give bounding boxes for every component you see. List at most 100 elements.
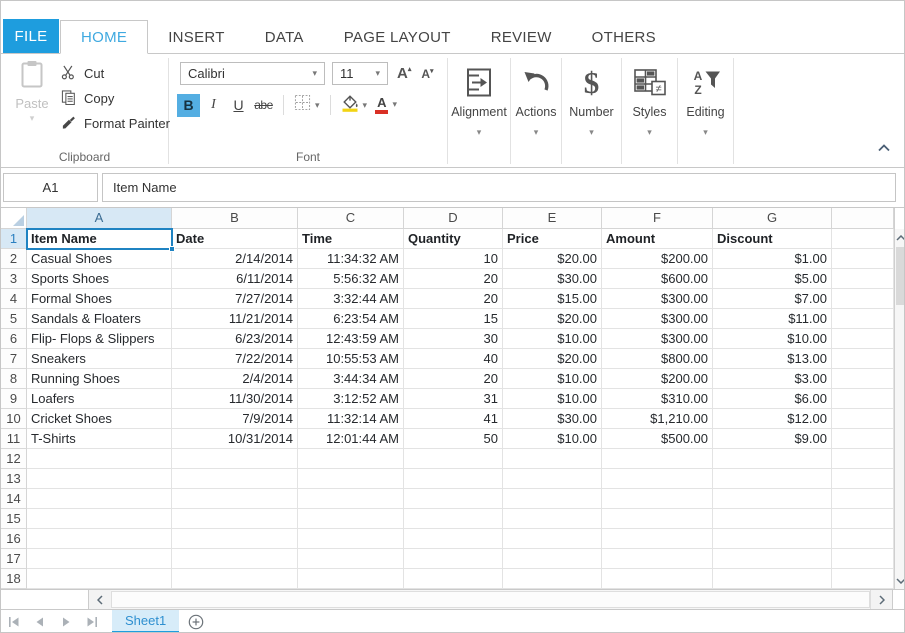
row-header-8[interactable]: 8: [1, 369, 27, 389]
shrink-font-button[interactable]: A▾: [421, 67, 433, 81]
cell-C15[interactable]: [298, 509, 404, 529]
cell-F14[interactable]: [602, 489, 713, 509]
cell-E15[interactable]: [503, 509, 602, 529]
cell-H18[interactable]: [832, 569, 894, 589]
cell-H6[interactable]: [832, 329, 894, 349]
tab-insert[interactable]: INSERT: [148, 20, 245, 54]
horizontal-scrollbar[interactable]: [1, 589, 904, 609]
cell-C9[interactable]: 3:12:52 AM: [298, 389, 404, 409]
vertical-scroll-track[interactable]: [895, 306, 905, 572]
cell-C16[interactable]: [298, 529, 404, 549]
cell-A3[interactable]: Sports Shoes: [27, 269, 172, 289]
cell-E16[interactable]: [503, 529, 602, 549]
copy-button[interactable]: Copy: [61, 86, 170, 111]
cell-B14[interactable]: [172, 489, 298, 509]
cell-A18[interactable]: [27, 569, 172, 589]
cell-H2[interactable]: [832, 249, 894, 269]
cell-B8[interactable]: 2/4/2014: [172, 369, 298, 389]
cell-C18[interactable]: [298, 569, 404, 589]
cell-E6[interactable]: $10.00: [503, 329, 602, 349]
column-header-G[interactable]: G: [713, 208, 832, 229]
cell-D8[interactable]: 20: [404, 369, 503, 389]
cell-F13[interactable]: [602, 469, 713, 489]
cell-C7[interactable]: 10:55:53 AM: [298, 349, 404, 369]
cell-G10[interactable]: $12.00: [713, 409, 832, 429]
cell-E14[interactable]: [503, 489, 602, 509]
cell-C11[interactable]: 12:01:44 AM: [298, 429, 404, 449]
cell-F10[interactable]: $1,210.00: [602, 409, 713, 429]
cell-G7[interactable]: $13.00: [713, 349, 832, 369]
cell-H11[interactable]: [832, 429, 894, 449]
row-header-11[interactable]: 11: [1, 429, 27, 449]
cell-D9[interactable]: 31: [404, 389, 503, 409]
cell-C6[interactable]: 12:43:59 AM: [298, 329, 404, 349]
name-box-input[interactable]: [3, 173, 98, 202]
row-header-15[interactable]: 15: [1, 509, 27, 529]
cell-F8[interactable]: $200.00: [602, 369, 713, 389]
cell-B6[interactable]: 6/23/2014: [172, 329, 298, 349]
cell-F5[interactable]: $300.00: [602, 309, 713, 329]
cell-H7[interactable]: [832, 349, 894, 369]
cell-D17[interactable]: [404, 549, 503, 569]
next-sheet-button[interactable]: [53, 610, 79, 633]
cell-B1[interactable]: Date: [172, 229, 298, 249]
font-family-select[interactable]: Calibri ▾: [180, 62, 325, 85]
cell-E7[interactable]: $20.00: [503, 349, 602, 369]
number-button[interactable]: $ Number ▾: [562, 54, 621, 167]
cell-H13[interactable]: [832, 469, 894, 489]
cell-G4[interactable]: $7.00: [713, 289, 832, 309]
cell-F11[interactable]: $500.00: [602, 429, 713, 449]
row-header-9[interactable]: 9: [1, 389, 27, 409]
cell-D2[interactable]: 10: [404, 249, 503, 269]
cell-A16[interactable]: [27, 529, 172, 549]
borders-button[interactable]: ▾: [290, 92, 324, 118]
underline-button[interactable]: U: [227, 94, 250, 117]
cell-A9[interactable]: Loafers: [27, 389, 172, 409]
cell-A8[interactable]: Running Shoes: [27, 369, 172, 389]
cell-A12[interactable]: [27, 449, 172, 469]
cell-G1[interactable]: Discount: [713, 229, 832, 249]
vertical-scrollbar[interactable]: [894, 208, 905, 589]
cell-H16[interactable]: [832, 529, 894, 549]
cell-F7[interactable]: $800.00: [602, 349, 713, 369]
cell-G8[interactable]: $3.00: [713, 369, 832, 389]
formula-input[interactable]: [102, 173, 896, 202]
cell-H9[interactable]: [832, 389, 894, 409]
paste-button[interactable]: Paste ▾: [9, 60, 55, 123]
alignment-button[interactable]: Alignment ▾: [448, 54, 510, 167]
cell-H5[interactable]: [832, 309, 894, 329]
cell-D11[interactable]: 50: [404, 429, 503, 449]
row-header-16[interactable]: 16: [1, 529, 27, 549]
cell-B15[interactable]: [172, 509, 298, 529]
cell-C12[interactable]: [298, 449, 404, 469]
font-color-button[interactable]: A ▾: [371, 94, 401, 116]
select-all-button[interactable]: [1, 208, 27, 229]
cell-G14[interactable]: [713, 489, 832, 509]
cell-A2[interactable]: Casual Shoes: [27, 249, 172, 269]
cell-D12[interactable]: [404, 449, 503, 469]
cell-A13[interactable]: [27, 469, 172, 489]
cell-F3[interactable]: $600.00: [602, 269, 713, 289]
cell-B13[interactable]: [172, 469, 298, 489]
column-header-B[interactable]: B: [172, 208, 298, 229]
cell-C1[interactable]: Time: [298, 229, 404, 249]
tab-data[interactable]: DATA: [245, 20, 324, 54]
cell-A11[interactable]: T-Shirts: [27, 429, 172, 449]
cell-D4[interactable]: 20: [404, 289, 503, 309]
last-sheet-button[interactable]: [79, 610, 105, 633]
cell-E8[interactable]: $10.00: [503, 369, 602, 389]
font-size-select[interactable]: 11 ▾: [332, 62, 388, 85]
cell-A17[interactable]: [27, 549, 172, 569]
cell-C14[interactable]: [298, 489, 404, 509]
cell-F18[interactable]: [602, 569, 713, 589]
scroll-down-button[interactable]: [895, 572, 905, 589]
cell-C5[interactable]: 6:23:54 AM: [298, 309, 404, 329]
row-header-1[interactable]: 1: [1, 229, 27, 249]
tab-review[interactable]: REVIEW: [471, 20, 572, 54]
cell-A14[interactable]: [27, 489, 172, 509]
grow-font-button[interactable]: A▴: [397, 65, 411, 82]
cell-C4[interactable]: 3:32:44 AM: [298, 289, 404, 309]
fill-color-button[interactable]: ▾: [337, 92, 372, 119]
cell-C10[interactable]: 11:32:14 AM: [298, 409, 404, 429]
actions-button[interactable]: Actions ▾: [511, 54, 561, 167]
